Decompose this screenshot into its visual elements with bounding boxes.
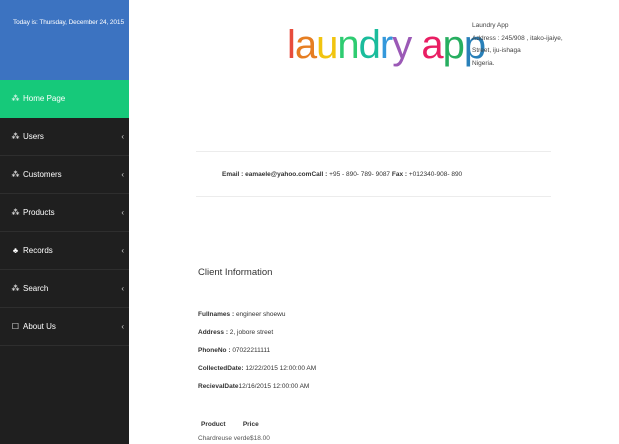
client-info-fields: Fullnames : engineer shoewu Address : 2,… bbox=[198, 306, 316, 396]
address-row: Address : 2, jobore street bbox=[198, 324, 316, 342]
fullnames-row: Fullnames : engineer shoewu bbox=[198, 306, 316, 324]
logo-letter: r bbox=[379, 23, 393, 67]
sidebar: Today is: Thursday, December 24, 2015 ⁂ H… bbox=[0, 0, 129, 444]
square-icon: ☐ bbox=[11, 322, 20, 331]
current-date-text: Today is: Thursday, December 24, 2015 bbox=[13, 19, 124, 26]
puzzle-icon: ⁂ bbox=[11, 94, 20, 103]
sidebar-item-label: Users bbox=[23, 132, 44, 141]
collected-date-value: 12/22/2015 12:00:00 AM bbox=[245, 365, 317, 372]
receipt-content: laundry app Laundry App Address : 245/90… bbox=[129, 0, 619, 444]
email-value: eamaele@yahoo.com bbox=[245, 171, 312, 178]
call-value: +95 - 890- 789- 9087 bbox=[329, 171, 391, 178]
app-window: Today is: Thursday, December 24, 2015 ⁂ H… bbox=[0, 0, 619, 444]
column-header-product: Product bbox=[201, 421, 226, 428]
sidebar-item-label: Search bbox=[23, 284, 49, 293]
email-label: Email : bbox=[222, 171, 244, 178]
table-row: Chardreuse verde$18.00 bbox=[198, 432, 270, 444]
sidebar-date-banner: Today is: Thursday, December 24, 2015 bbox=[0, 0, 129, 80]
collected-date-label: CollectedDate: bbox=[198, 365, 244, 372]
chevron-left-icon: ‹ bbox=[121, 284, 124, 293]
logo-letter: u bbox=[316, 23, 338, 67]
chevron-left-icon: ‹ bbox=[121, 208, 124, 217]
chevron-left-icon: ‹ bbox=[121, 246, 124, 255]
company-address-line-2: Street, iju-ishaga bbox=[472, 47, 521, 54]
phone-row: PhoneNo : 07022211111 bbox=[198, 342, 316, 360]
sidebar-item-label: Products bbox=[23, 208, 55, 217]
chevron-left-icon: ‹ bbox=[121, 322, 124, 331]
address-value: 2, jobore street bbox=[229, 329, 274, 336]
sidebar-item-search[interactable]: ⁂ Search ‹ bbox=[0, 270, 129, 308]
fax-label: Fax : bbox=[391, 171, 408, 178]
company-info: Laundry App Address : 245/908 , itako-ij… bbox=[472, 20, 612, 70]
product-name: Chardreuse verde bbox=[198, 435, 251, 442]
fullnames-value: engineer shoewu bbox=[235, 311, 286, 318]
phone-value: 07022211111 bbox=[232, 347, 271, 354]
logo-letter: a bbox=[421, 23, 443, 67]
sitemap-icon: ♣ bbox=[12, 246, 19, 255]
chevron-left-icon: ‹ bbox=[121, 132, 124, 141]
company-name: Laundry App bbox=[472, 22, 509, 29]
puzzle-icon: ⁂ bbox=[11, 208, 20, 217]
phone-label: PhoneNo : bbox=[198, 347, 231, 354]
logo-letter: d bbox=[358, 23, 381, 67]
logo-letter: l bbox=[287, 23, 296, 67]
sidebar-item-label: Customers bbox=[23, 170, 62, 179]
sidebar-item-home-page[interactable]: ⁂ Home Page bbox=[0, 80, 129, 118]
logo-letter: a bbox=[294, 23, 317, 67]
product-price: $18.00 bbox=[250, 435, 270, 442]
column-header-price: Price bbox=[242, 421, 259, 428]
client-info-title: Client Information bbox=[198, 267, 273, 278]
logo-letter: n bbox=[337, 23, 359, 67]
product-table: Product Price Chardreuse verde$18.00 bbox=[198, 418, 270, 444]
collected-date-row: CollectedDate: 12/22/2015 12:00:00 AM bbox=[198, 360, 316, 378]
puzzle-icon: ⁂ bbox=[11, 170, 20, 179]
product-table-header: Product Price bbox=[198, 418, 270, 432]
chevron-left-icon: ‹ bbox=[121, 170, 124, 179]
puzzle-icon: ⁂ bbox=[11, 284, 20, 293]
puzzle-icon: ⁂ bbox=[11, 132, 20, 141]
logo-letter: p bbox=[442, 23, 465, 67]
sidebar-item-label: About Us bbox=[23, 322, 56, 331]
company-address-line-3: Nigeria. bbox=[472, 59, 495, 67]
sidebar-item-records[interactable]: ♣ Records ‹ bbox=[0, 232, 129, 270]
sidebar-item-users[interactable]: ⁂ Users ‹ bbox=[0, 118, 129, 156]
logo-letter: y bbox=[392, 23, 412, 67]
sidebar-item-label: Records bbox=[23, 246, 53, 255]
company-address-line-1: Address : 245/908 , itako-ijaiye, bbox=[472, 34, 563, 42]
divider bbox=[196, 196, 551, 197]
sidebar-item-about-us[interactable]: ☐ About Us ‹ bbox=[0, 308, 129, 346]
sidebar-nav: ⁂ Home Page ⁂ Users ‹ ⁂ Customers ‹ ⁂ Produc… bbox=[0, 80, 129, 346]
sidebar-item-label: Home Page bbox=[23, 94, 66, 103]
recieval-date-value: 12/16/2015 12:00:00 AM bbox=[238, 383, 310, 390]
divider bbox=[196, 151, 551, 152]
fax-value: +012340-908- 890 bbox=[408, 171, 463, 178]
sidebar-item-customers[interactable]: ⁂ Customers ‹ bbox=[0, 156, 129, 194]
address-label: Address : bbox=[198, 329, 228, 336]
brand-logo: laundry app bbox=[287, 20, 486, 70]
sidebar-item-products[interactable]: ⁂ Products ‹ bbox=[0, 194, 129, 232]
logo-letter bbox=[411, 20, 421, 70]
fullnames-label: Fullnames : bbox=[198, 311, 235, 318]
contact-line: Email : eamaele@yahoo.comCall : +95 - 89… bbox=[222, 171, 462, 178]
recieval-date-label: RecievalDate bbox=[198, 383, 239, 390]
call-label: Call : bbox=[311, 171, 328, 178]
recieval-date-row: RecievalDate12/16/2015 12:00:00 AM bbox=[198, 378, 316, 396]
